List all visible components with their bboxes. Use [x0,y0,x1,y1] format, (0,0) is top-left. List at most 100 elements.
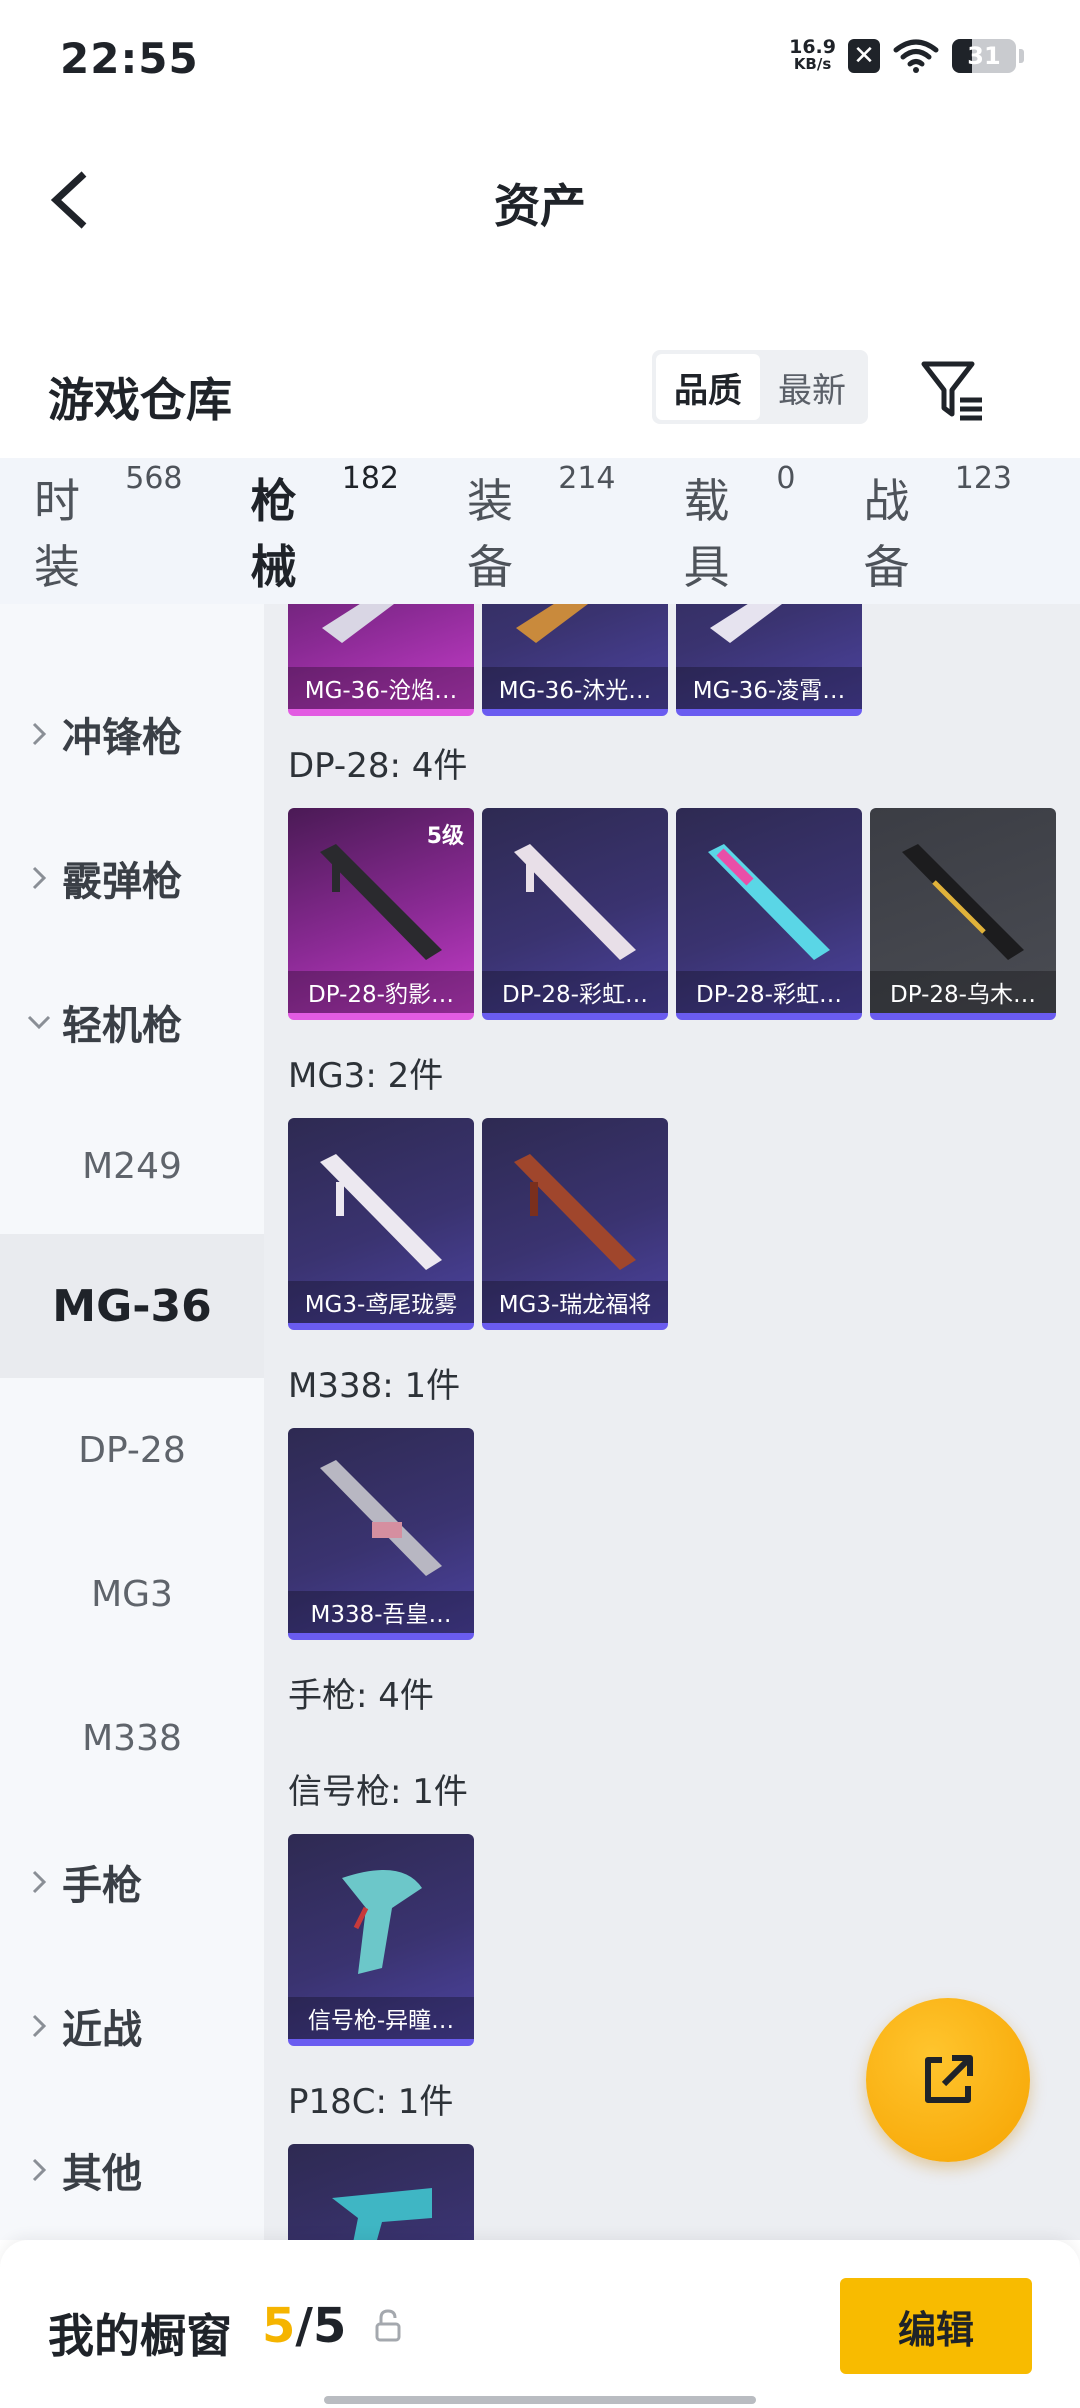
weapon-skin-card[interactable]: 5级 DP-28-豹影… [288,808,474,1020]
weapon-skin-name: MG-36-沧焰… [288,667,474,709]
chevron-right-icon [32,2014,47,2038]
chevron-right-icon [32,2158,47,2182]
tab-count: 214 [558,461,616,496]
tab-firearms[interactable]: 枪械 182 [250,461,399,627]
weapon-skin-name: MG-36-凌霄… [676,667,862,709]
weapon-grid: MG-36-沧焰… MG-36-沐光… MG-36-凌霄… DP-28: 4件 … [264,604,1080,2240]
weapon-image [710,604,782,643]
sidebar-item-shotgun[interactable]: 霰弹枪 [0,806,264,950]
weapon-skin-card[interactable] [288,2144,474,2240]
weapon-image [514,844,636,960]
share-export-icon [925,2055,973,2103]
tab-label: 枪械 [250,474,297,594]
group-title: DP-28: 4件 [288,746,468,786]
sidebar-item-dp28[interactable]: DP-28 [0,1378,264,1522]
weapon-skin-card[interactable]: DP-28-乌木… [870,808,1056,1020]
weapon-skin-name: MG3-瑞龙福将 [482,1281,668,1323]
tab-vehicles[interactable]: 载具 0 [683,461,796,597]
sidebar-item-lmg[interactable]: 轻机枪 [0,950,264,1094]
weapon-skin-name: M338-吾皇… [288,1591,474,1633]
weapon-skin-name: DP-28-彩虹… [676,971,862,1013]
section-title: 游戏仓库 [48,373,232,427]
weapon-image [342,1870,422,1974]
net-speed-unit: KB/s [793,55,832,73]
group-title: M338: 1件 [288,1366,461,1406]
sidebar-item-label: 霰弹枪 [62,859,182,905]
weapon-skin-card[interactable]: MG3-瑞龙福将 [482,1118,668,1330]
weapon-skin-card[interactable]: M338-吾皇… [288,1428,474,1640]
group-title: MG3: 2件 [288,1056,444,1096]
group-title: P18C: 1件 [288,2082,454,2122]
battery-icon: 31 [952,39,1016,73]
showcase-title: 我的橱窗 [48,2309,232,2363]
x-notification-icon: ✕ [848,39,880,73]
weapon-skin-name: MG3-鸢尾珑雾 [288,1281,474,1323]
sidebar-item-label: 其他 [62,2151,142,2197]
tab-label: 装备 [467,474,513,594]
sidebar-item-mg36[interactable]: MG-36 [0,1234,264,1378]
sidebar-item-smg[interactable]: 冲锋枪 [0,662,264,806]
weapon-image [514,1154,636,1270]
tab-label: 载具 [683,474,730,594]
tab-label: 战备 [863,474,910,594]
chevron-right-icon [32,722,47,746]
filter-button[interactable] [918,356,988,426]
showcase-count: 5/5 [262,2298,346,2354]
weapon-skin-card[interactable]: MG-36-沐光… [482,604,668,716]
battery-cap [1019,49,1024,63]
weapon-skin-name: DP-28-彩虹… [482,971,668,1013]
weapon-image [516,604,588,643]
sidebar-item-label: 冲锋枪 [62,715,182,761]
home-indicator [324,2396,756,2404]
weapon-image [322,604,394,643]
group-title: 信号枪: 1件 [288,1772,468,1812]
sidebar-item-label: 手枪 [62,1863,142,1909]
sort-by-newest[interactable]: 最新 [760,354,864,420]
tab-combat-gear[interactable]: 战备 123 [863,461,1013,597]
sidebar-item-pistol[interactable]: 手枪 [0,1810,264,1954]
weapon-skin-card[interactable]: DP-28-彩虹… [482,808,668,1020]
weapon-skin-card[interactable]: MG-36-沧焰… [288,604,474,716]
weapon-type-sidebar: 冲锋枪 霰弹枪 轻机枪 M249 MG-36 DP-28 MG3 M338 手枪… [0,604,264,2240]
share-fab-button[interactable] [866,1998,1030,2162]
sidebar-item-melee[interactable]: 近战 [0,1954,264,2098]
net-speed: 16.9 KB/s [789,36,836,73]
edit-button[interactable]: 编辑 [840,2278,1032,2374]
weapon-image [320,1154,442,1270]
tab-count: 123 [954,461,1012,496]
sidebar-item-label: 近战 [62,2007,142,2053]
sidebar-item-other[interactable]: 其他 [0,2098,264,2240]
showcase-bar: 我的橱窗 5/5 编辑 [0,2240,1080,2408]
weapon-skin-card[interactable]: MG3-鸢尾珑雾 [288,1118,474,1330]
weapon-image [320,1460,442,1576]
weapon-image [332,2188,432,2240]
sidebar-item-m249[interactable]: M249 [0,1094,264,1238]
tab-fashion[interactable]: 时装 568 [34,461,183,597]
net-speed-value: 16.9 [789,36,836,58]
chevron-right-icon [32,1870,47,1894]
weapon-image [708,844,830,960]
sort-toggle: 品质 最新 [652,350,868,424]
sidebar-item-m338[interactable]: M338 [0,1666,264,1810]
filter-icon [921,361,982,421]
tab-count: 568 [125,461,183,496]
chevron-down-icon [27,1015,51,1030]
showcase-separator: / [295,2298,313,2354]
weapon-skin-card[interactable]: DP-28-彩虹… [676,808,862,1020]
page-title: 资产 [494,179,586,233]
sidebar-item-label: 轻机枪 [62,1003,182,1049]
weapon-skin-card[interactable]: MG-36-凌霄… [676,604,862,716]
weapon-skin-card[interactable]: 信号枪-异瞳… [288,1834,474,2046]
battery-level: 31 [967,42,1001,70]
tab-count: 182 [341,461,399,496]
sidebar-item-mg3[interactable]: MG3 [0,1522,264,1666]
showcase-total: 5 [312,2298,347,2354]
weapon-skin-name: MG-36-沐光… [482,667,668,709]
section-header: 游戏仓库 品质 最新 [0,340,1080,460]
sort-by-quality[interactable]: 品质 [656,354,760,420]
showcase-used: 5 [262,2298,296,2354]
tab-count: 0 [776,461,796,496]
wifi-icon [893,39,939,73]
tab-equipment[interactable]: 装备 214 [467,461,616,597]
tab-label: 时装 [34,474,80,594]
